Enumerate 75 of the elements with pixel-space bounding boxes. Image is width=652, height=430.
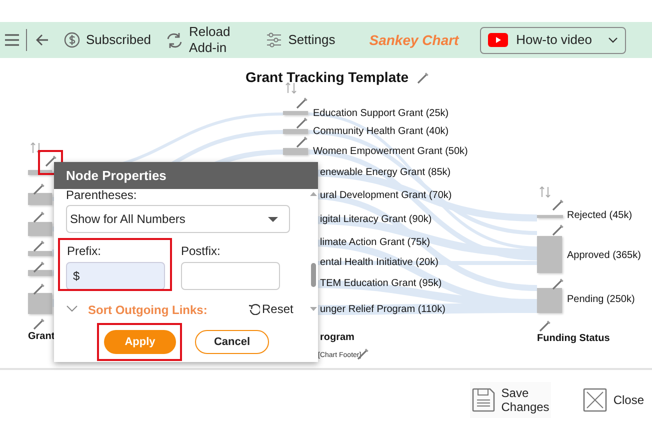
reload-icon [165, 32, 184, 48]
reload-button[interactable]: Reload Add-in [165, 24, 230, 56]
node-label: unger Relief Program (110k) [320, 304, 446, 316]
node-bar[interactable] [537, 288, 562, 313]
pencil-icon[interactable] [45, 155, 57, 167]
node-label: Rejected (45k) [567, 210, 632, 222]
video-play-icon [488, 33, 508, 47]
pencil-icon[interactable] [33, 318, 45, 330]
settings-button[interactable]: Settings [266, 32, 336, 48]
pencil-icon[interactable] [33, 283, 45, 295]
how-to-video-button[interactable]: How-to video [480, 26, 626, 54]
node-bar[interactable] [28, 222, 52, 236]
reset-button[interactable]: Reset [248, 300, 294, 318]
pencil-icon[interactable] [296, 97, 308, 109]
node-label: limate Action Grant (75k) [320, 237, 430, 249]
close-button[interactable]: Close [583, 388, 644, 412]
dropdown-arrow-icon [268, 216, 278, 222]
node-label: ural Development Grant (70k) [320, 190, 452, 202]
prefix-field[interactable]: $ [66, 262, 165, 290]
field-label: Parentheses: [66, 189, 137, 202]
pencil-icon[interactable] [552, 224, 564, 236]
node-label: igital Literacy Grant (90k) [320, 214, 432, 226]
subscribed-button[interactable]: Subscribed [64, 32, 152, 48]
node-bar[interactable] [537, 215, 563, 218]
pencil-icon[interactable] [33, 183, 45, 195]
pencil-icon[interactable] [33, 240, 45, 252]
sort-icon[interactable] [539, 186, 551, 198]
field-label: Postfix: [181, 243, 220, 260]
scroll-up-icon[interactable] [310, 192, 317, 196]
pencil-icon[interactable] [552, 199, 564, 211]
node-label: enewable Energy Grant (85k) [320, 167, 451, 179]
scrollbar-thumb[interactable] [311, 263, 316, 287]
reset-icon [248, 303, 260, 315]
node-label: Women Empowerment Grant (50k) [313, 146, 468, 158]
pencil-icon[interactable] [296, 136, 308, 148]
node-bar[interactable] [28, 270, 52, 276]
node-bar[interactable] [283, 111, 308, 115]
scroll-down-icon[interactable] [310, 307, 317, 311]
node-bar[interactable] [28, 170, 52, 175]
back-icon[interactable] [35, 32, 50, 48]
dollar-icon [64, 32, 80, 48]
node-label: Education Support Grant (25k) [313, 108, 449, 120]
node-label: Pending (250k) [567, 294, 635, 306]
cancel-button[interactable]: Cancel [195, 330, 269, 354]
pencil-icon[interactable] [416, 72, 429, 84]
chevron-down-icon [608, 37, 618, 43]
sort-icon[interactable] [30, 142, 42, 154]
node-label: TEM Education Grant (95k) [320, 278, 442, 290]
save-changes-button[interactable]: Save Changes [470, 382, 552, 418]
node-bar[interactable] [28, 293, 52, 314]
node-bar[interactable] [28, 193, 52, 205]
node-label: Community Health Grant (40k) [313, 126, 449, 138]
close-icon [583, 388, 608, 412]
pencil-icon[interactable] [296, 117, 308, 129]
menu-icon[interactable] [4, 32, 20, 48]
pencil-icon[interactable] [539, 320, 551, 332]
node-bar[interactable] [283, 148, 308, 155]
app-title: Sankey Chart [369, 30, 459, 50]
postfix-field[interactable] [181, 262, 280, 290]
dialog-title: Node Properties [54, 162, 318, 189]
node-bar[interactable] [283, 129, 308, 134]
settings-icon [266, 32, 282, 48]
parentheses-select[interactable]: Show for All Numbers [66, 205, 290, 233]
column-label: rogram [320, 331, 354, 345]
column-label: Grant [28, 330, 55, 344]
node-label: Approved (365k) [567, 250, 641, 262]
pencil-icon[interactable] [33, 261, 45, 273]
field-label: Prefix: [67, 243, 102, 260]
node-label: ental Health Initiative (20k) [320, 257, 438, 269]
column-label: Funding Status [537, 332, 610, 346]
pencil-icon[interactable] [33, 211, 45, 223]
chart-title: Grant Tracking Template [245, 68, 409, 87]
node-bar[interactable] [28, 251, 52, 256]
pencil-icon[interactable] [552, 278, 564, 290]
node-bar[interactable] [537, 236, 562, 273]
